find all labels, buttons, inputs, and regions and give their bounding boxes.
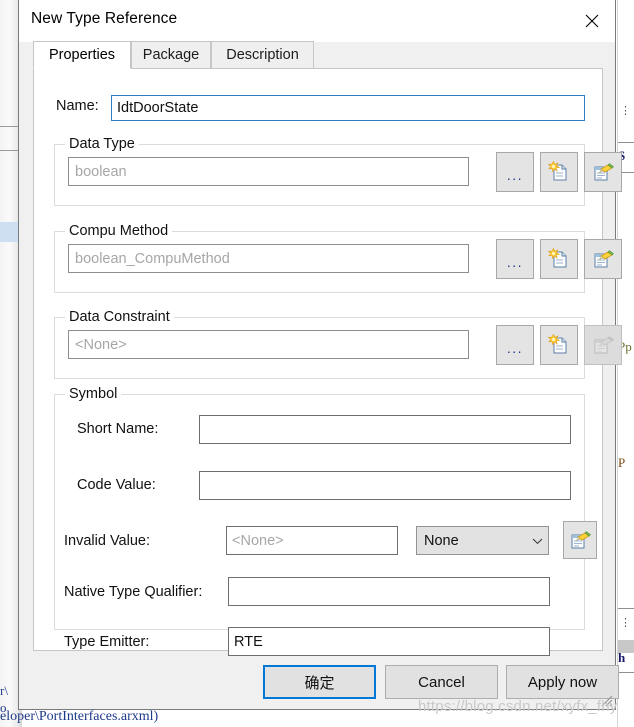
compu-method-browse-button[interactable]: ... (496, 239, 534, 279)
tab-description-label: Description (226, 47, 299, 63)
tab-properties-label: Properties (48, 47, 116, 63)
background-label-p: P (618, 455, 626, 470)
data-constraint-new-button[interactable] (540, 325, 578, 365)
new-type-reference-dialog: New Type Reference Properties Package De… (18, 0, 622, 710)
ellipsis-icon: ... (506, 340, 524, 356)
tab-package-label: Package (142, 47, 200, 63)
name-label: Name: (56, 98, 99, 114)
ellipsis-icon: ... (506, 254, 524, 270)
name-input[interactable] (111, 95, 585, 121)
new-document-icon (548, 248, 567, 268)
invalid-value-input[interactable] (226, 526, 398, 555)
close-icon (585, 14, 599, 27)
data-type-group: Data Type ... (54, 136, 622, 206)
tab-properties[interactable]: Properties (33, 41, 131, 69)
data-type-new-button[interactable] (540, 152, 578, 192)
background-right-divider (618, 672, 634, 673)
background-status-path: eloper\PortInterfaces.arxml) (0, 709, 159, 724)
data-constraint-browse-button[interactable]: ... (496, 325, 534, 365)
type-emitter-input[interactable] (228, 627, 550, 656)
dialog-title: New Type Reference (31, 10, 178, 27)
data-type-browse-button[interactable]: ... (496, 152, 534, 192)
code-value-input[interactable] (199, 471, 571, 500)
cancel-button-label: Cancel (418, 673, 465, 691)
invalid-value-dropdown[interactable]: None (416, 526, 549, 555)
data-type-edit-button[interactable] (584, 152, 622, 192)
native-type-qualifier-label: Native Type Qualifier: (64, 584, 203, 600)
resize-grip-icon[interactable] (599, 693, 613, 707)
background-right-divider (618, 142, 634, 143)
background-dots: ⋮ (620, 617, 632, 629)
close-button[interactable] (569, 0, 615, 41)
short-name-input[interactable] (199, 415, 571, 444)
tab-package[interactable]: Package (131, 41, 211, 69)
compu-method-new-button[interactable] (540, 239, 578, 279)
data-constraint-group-title: Data Constraint (65, 309, 174, 325)
invalid-value-label: Invalid Value: (64, 533, 150, 549)
dialog-button-row: 确定 Cancel Apply now (19, 665, 619, 707)
data-type-group-title: Data Type (65, 136, 139, 152)
data-constraint-edit-button (584, 325, 622, 365)
code-value-label: Code Value: (77, 477, 156, 493)
invalid-value-dropdown-selected: None (424, 532, 459, 549)
compu-method-input[interactable] (68, 244, 469, 273)
edit-document-icon (594, 250, 614, 268)
background-label-h: h (618, 650, 626, 665)
cancel-button[interactable]: Cancel (385, 665, 498, 699)
ok-button-label: 确定 (304, 674, 335, 692)
compu-method-group: Compu Method ... (54, 223, 622, 293)
apply-now-button-label: Apply now (527, 673, 598, 691)
type-emitter-label: Type Emitter: (64, 634, 150, 650)
data-type-input[interactable] (68, 157, 469, 186)
invalid-value-edit-button[interactable] (563, 521, 597, 559)
tabstrip: Properties Package Description (33, 41, 603, 69)
ok-button[interactable]: 确定 (263, 665, 376, 699)
background-dots: ⋮ (620, 105, 632, 117)
data-constraint-input[interactable] (68, 330, 469, 359)
background-right-divider (618, 608, 634, 609)
new-document-icon (548, 161, 567, 181)
short-name-label: Short Name: (77, 421, 159, 437)
properties-tab-page: Name: Data Type ... (33, 68, 622, 656)
edit-document-icon (571, 531, 591, 549)
chevron-down-icon (526, 537, 548, 545)
compu-method-group-title: Compu Method (65, 223, 173, 239)
edit-document-icon (594, 163, 614, 181)
tab-description[interactable]: Description (211, 41, 314, 69)
native-type-qualifier-input[interactable] (228, 577, 550, 606)
ellipsis-icon: ... (506, 167, 524, 183)
symbol-group-title: Symbol (65, 386, 122, 402)
name-row: Name: (34, 95, 602, 121)
compu-method-edit-button[interactable] (584, 239, 622, 279)
new-document-icon (548, 334, 567, 354)
dialog-titlebar: New Type Reference (19, 0, 615, 42)
edit-document-icon (594, 336, 614, 354)
background-fragment-left-1: r\ (0, 683, 8, 698)
data-constraint-group: Data Constraint ... (54, 309, 622, 379)
